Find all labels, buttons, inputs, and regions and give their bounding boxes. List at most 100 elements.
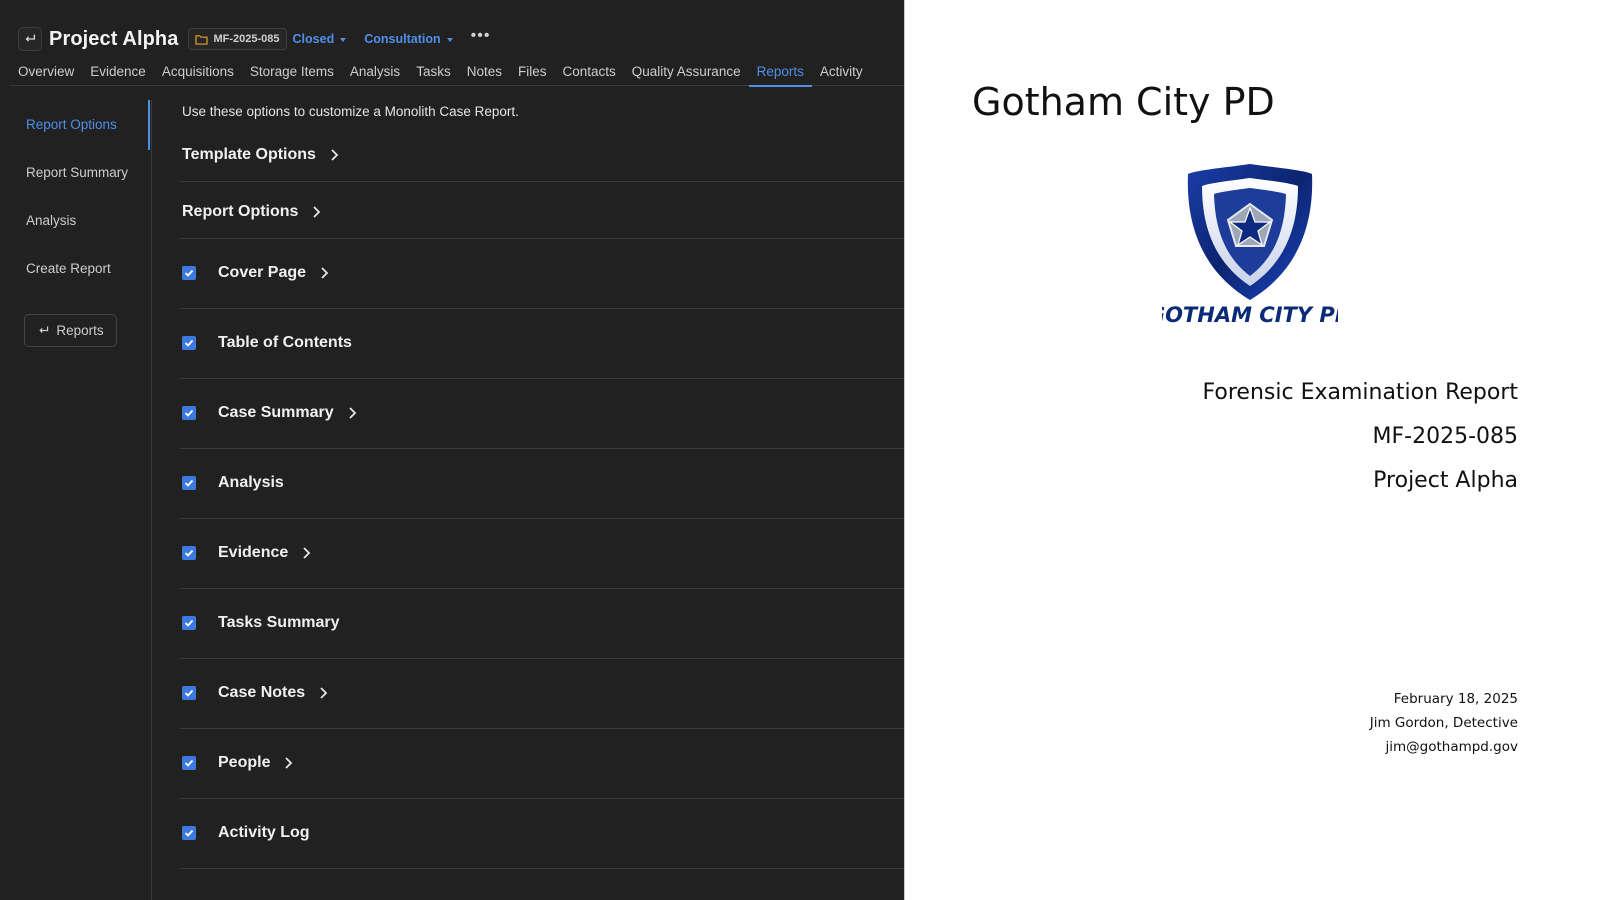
report-date: February 18, 2025	[1393, 691, 1518, 707]
report-email: jim@gothampd.gov	[1385, 739, 1518, 755]
case-type-dropdown[interactable]: Consultation	[364, 32, 453, 46]
case-number: MF-2025-085	[213, 33, 280, 45]
section-label: Table of Contents	[218, 334, 352, 351]
checkbox[interactable]	[182, 756, 196, 770]
more-options-icon[interactable]: •••	[471, 28, 491, 47]
tab-reports[interactable]: Reports	[748, 60, 813, 87]
checkbox[interactable]	[182, 826, 196, 840]
chevron-right-icon[interactable]	[319, 686, 328, 700]
section-label: People	[218, 754, 271, 771]
check-icon	[184, 759, 194, 767]
check-icon	[184, 479, 194, 487]
return-arrow-icon	[39, 326, 49, 333]
status-value: Closed	[292, 32, 335, 46]
return-arrow-icon	[25, 34, 36, 42]
back-to-reports-button[interactable]: Reports	[24, 314, 117, 347]
chevron-right-icon[interactable]	[320, 266, 329, 280]
chevron-down-icon	[446, 37, 453, 42]
case-number-chip[interactable]: MF-2025-085	[188, 28, 287, 50]
back-button[interactable]	[18, 27, 42, 51]
template-options-toggle[interactable]: Template Options	[182, 142, 904, 168]
section-row-tasks-summary[interactable]: Tasks Summary	[182, 610, 904, 636]
divider	[180, 728, 904, 729]
section-row-analysis[interactable]: Analysis	[182, 470, 904, 496]
section-row-table-of-contents[interactable]: Table of Contents	[182, 330, 904, 356]
checkbox[interactable]	[182, 266, 196, 280]
tab-storage-items[interactable]: Storage Items	[242, 60, 342, 86]
section-label: Case Summary	[218, 404, 334, 421]
checkbox[interactable]	[182, 406, 196, 420]
status-dropdown[interactable]: Closed	[293, 32, 347, 46]
group-title: Template Options	[182, 146, 316, 163]
logo-text: GOTHAM CITY PD	[1162, 303, 1338, 327]
check-icon	[184, 269, 194, 277]
section-row-case-summary[interactable]: Case Summary	[182, 400, 904, 426]
report-sidebar: Report Options Report Summary Analysis C…	[0, 100, 152, 900]
sidebar-item-report-options[interactable]: Report Options	[26, 117, 117, 132]
divider	[180, 308, 904, 309]
sidebar-item-create-report[interactable]: Create Report	[26, 261, 111, 276]
divider	[180, 868, 904, 869]
tab-contacts[interactable]: Contacts	[555, 60, 624, 86]
chevron-right-icon	[313, 206, 321, 218]
organization-name: Gotham City PD	[972, 80, 1275, 124]
section-row-cover-page[interactable]: Cover Page	[182, 260, 904, 286]
check-icon	[184, 339, 194, 347]
tab-tasks[interactable]: Tasks	[408, 60, 459, 86]
checkbox[interactable]	[182, 546, 196, 560]
section-row-case-notes[interactable]: Case Notes	[182, 680, 904, 706]
section-row-activity-log[interactable]: Activity Log	[182, 820, 904, 846]
checkbox[interactable]	[182, 336, 196, 350]
cover-title-block: Forensic Examination Report MF-2025-085 …	[1203, 378, 1518, 510]
tab-activity[interactable]: Activity	[812, 60, 871, 86]
chevron-down-icon	[340, 37, 347, 42]
case-title: Project Alpha	[49, 27, 179, 50]
sidebar-item-analysis[interactable]: Analysis	[26, 213, 76, 228]
divider	[180, 588, 904, 589]
cover-meta-block: February 18, 2025 Jim Gordon, Detective …	[1370, 689, 1518, 761]
check-icon	[184, 689, 194, 697]
section-label: Analysis	[218, 474, 284, 491]
section-label: Evidence	[218, 544, 289, 561]
checkbox[interactable]	[182, 616, 196, 630]
checkbox[interactable]	[182, 686, 196, 700]
report-title: Forensic Examination Report	[1202, 380, 1518, 405]
tab-overview[interactable]: Overview	[10, 60, 82, 86]
divider	[180, 378, 904, 379]
section-row-people[interactable]: People	[182, 750, 904, 776]
tab-quality-assurance[interactable]: Quality Assurance	[624, 60, 749, 86]
section-label: Case Notes	[218, 684, 306, 701]
section-row-evidence[interactable]: Evidence	[182, 540, 904, 566]
divider	[180, 181, 904, 182]
section-label: Activity Log	[218, 824, 310, 841]
tab-analysis[interactable]: Analysis	[342, 60, 408, 86]
report-options-toggle[interactable]: Report Options	[182, 199, 904, 225]
options-description: Use these options to customize a Monolit…	[182, 104, 519, 119]
report-preview: Gotham City PD GOTHAM CITY PD Forensic E…	[904, 0, 1600, 900]
police-badge-logo: GOTHAM CITY PD	[1162, 164, 1338, 327]
report-case-name: Project Alpha	[1373, 468, 1518, 493]
chevron-right-icon[interactable]	[302, 546, 311, 560]
divider	[180, 518, 904, 519]
checkbox[interactable]	[182, 476, 196, 490]
chevron-right-icon	[331, 149, 339, 161]
chevron-right-icon[interactable]	[348, 406, 357, 420]
tab-files[interactable]: Files	[510, 60, 555, 86]
active-indicator	[148, 100, 150, 150]
check-icon	[184, 829, 194, 837]
sidebar-item-report-summary[interactable]: Report Summary	[26, 165, 128, 180]
section-label: Cover Page	[218, 264, 307, 281]
case-type-value: Consultation	[364, 32, 441, 46]
tab-evidence[interactable]: Evidence	[82, 60, 154, 86]
tab-notes[interactable]: Notes	[459, 60, 510, 86]
case-tabs: Overview Evidence Acquisitions Storage I…	[10, 60, 904, 87]
chevron-right-icon[interactable]	[284, 756, 293, 770]
back-to-reports-label: Reports	[56, 323, 104, 338]
tab-acquisitions[interactable]: Acquisitions	[154, 60, 242, 86]
divider	[180, 448, 904, 449]
section-label: Tasks Summary	[218, 614, 340, 631]
divider	[180, 658, 904, 659]
report-examiner: Jim Gordon, Detective	[1369, 715, 1518, 731]
divider	[180, 238, 904, 239]
check-icon	[184, 549, 194, 557]
